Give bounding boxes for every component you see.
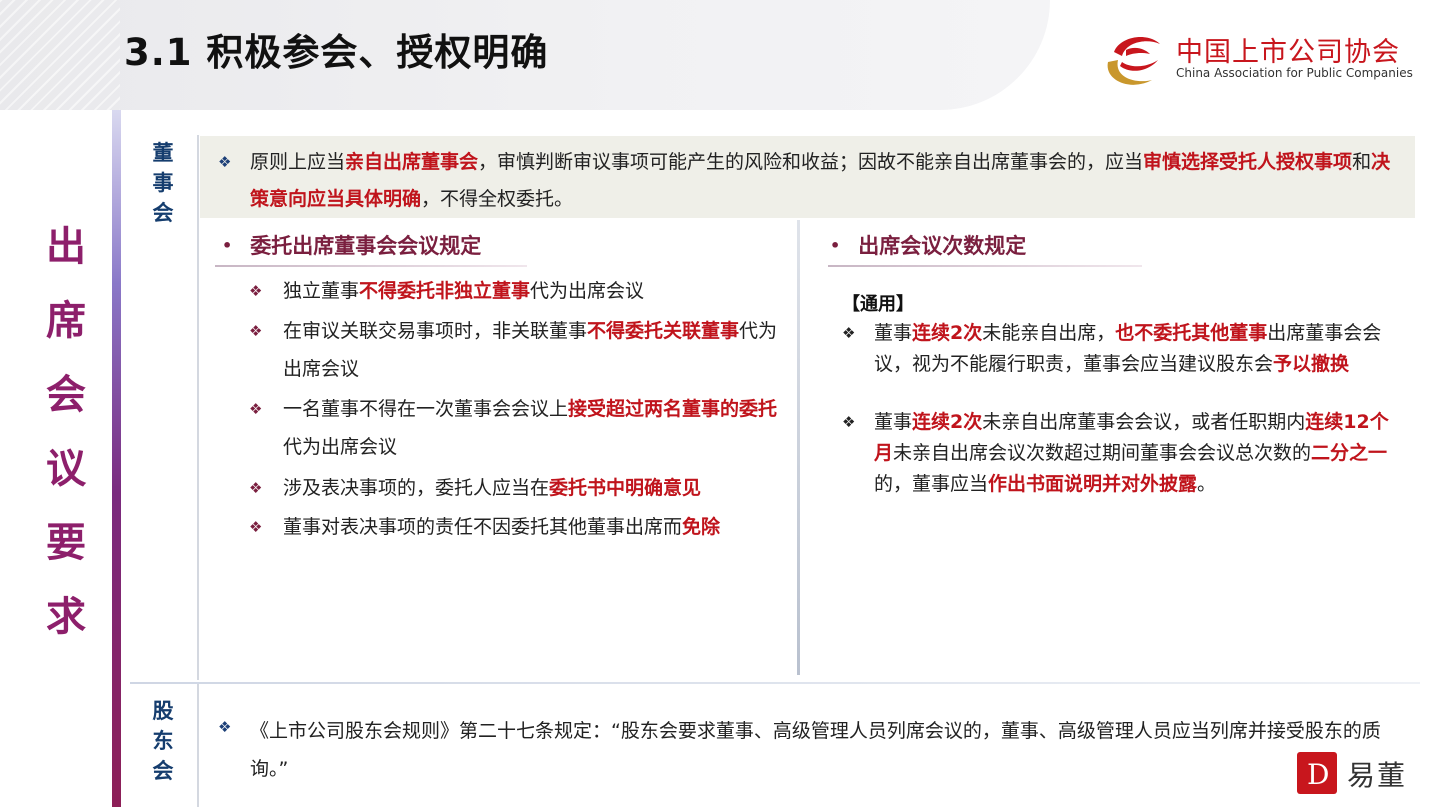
list-item: ❖ 董事对表决事项的责任不因委托其他董事出席而免除 (249, 508, 783, 546)
text-run: 一名董事不得在一次董事会会议上 (283, 398, 569, 420)
highlight-text: 予以撤换 (1273, 353, 1350, 375)
text-run: 原则上应当 (250, 151, 346, 173)
highlight-text: 连续2次 (912, 411, 983, 433)
diamond-bullet-icon: ❖ (218, 718, 232, 736)
highlight-text: 接受超过两名董事的委托 (568, 398, 778, 420)
text-run: 和 (1352, 151, 1372, 173)
page-title: 3.1 积极参会、授权明确 (124, 31, 549, 74)
text-run: 的，董事应当 (874, 473, 989, 495)
left-accent-bar (112, 110, 121, 807)
list-item: ❖ 董事连续2次未亲自出席董事会会议，或者任职期内连续12个月未亲自出席会议次数… (842, 407, 1404, 500)
principle-box: ❖ 原则上应当亲自出席董事会，审慎判断审议事项可能产生的风险和收益；因故不能亲自出… (200, 136, 1415, 218)
text-run: 董事 (874, 322, 913, 344)
left-section-heading: • 委托出席董事会会议规定 (222, 230, 481, 264)
highlight-text: 连续2次 (912, 322, 983, 344)
left-heading-underline (215, 265, 527, 267)
yidong-brand: D 易董 (1297, 752, 1417, 796)
diamond-bullet-icon: ❖ (249, 282, 263, 300)
text-run: 未亲自出席董事会会议，或者任职期内 (982, 411, 1306, 433)
text-run: 代为出席会议 (283, 436, 398, 458)
principle-text: ❖ 原则上应当亲自出席董事会，审慎判断审议事项可能产生的风险和收益；因故不能亲自出… (218, 144, 1400, 218)
highlight-text: 也不委托其他董事 (1115, 322, 1268, 344)
vertical-title: 出 席 会 议 要 求 (36, 210, 96, 654)
highlight-text: 审慎选择受托人授权事项 (1143, 151, 1353, 173)
list-item: ❖ 一名董事不得在一次董事会会议上接受超过两名董事的委托代为出席会议 (249, 390, 783, 466)
list-item: ❖ 独立董事不得委托非独立董事代为出席会议 (249, 272, 783, 310)
text-run: 独立董事 (283, 280, 360, 302)
diamond-bullet-icon: ❖ (218, 153, 232, 171)
left-section-heading-text: 委托出席董事会会议规定 (250, 234, 482, 258)
section-divider-vertical-lower (197, 684, 199, 807)
section-label-board: 董 事 会 (148, 138, 178, 228)
right-section-heading: • 出席会议次数规定 (830, 230, 1026, 264)
section-divider-vertical (197, 135, 199, 680)
association-logo-icon (1107, 37, 1160, 85)
highlight-text: 二分之一 (1311, 442, 1388, 464)
highlight-text: 作出书面说明并对外披露 (988, 473, 1198, 495)
logo-english-name: China Association for Public Companies (1176, 66, 1413, 80)
text-run: 涉及表决事项的，委托人应当在 (283, 477, 550, 499)
diamond-bullet-icon: ❖ (249, 479, 263, 497)
section-label-shareholders: 股 东 会 (148, 696, 178, 786)
diamond-bullet-icon: ❖ (249, 322, 263, 340)
column-divider (797, 220, 800, 675)
right-heading-underline (828, 265, 1142, 267)
highlight-text: 不得委托非独立董事 (359, 280, 531, 302)
section-divider-horizontal (130, 682, 1420, 684)
vertical-title-char: 会 (46, 372, 86, 418)
diamond-bullet-icon: ❖ (842, 413, 856, 431)
vertical-title-char: 席 (46, 298, 86, 344)
section-label-char: 会 (152, 201, 174, 225)
dot-bullet-icon: • (830, 236, 841, 255)
list-item: ❖ 董事连续2次未能亲自出席，也不委托其他董事出席董事会会议，视为不能履行职责，董… (842, 318, 1404, 380)
section-label-char: 会 (152, 759, 174, 783)
text-run: 未亲自出席会议次数超过期间董事会会议总次数的 (893, 442, 1312, 464)
list-item: ❖ 涉及表决事项的，委托人应当在委托书中明确意见 (249, 469, 783, 507)
highlight-text: 不得委托关联董事 (587, 320, 740, 342)
highlight-text: 亲自出席董事会 (345, 151, 479, 173)
general-tag: 【通用】 (842, 294, 914, 315)
brand-name: 易董 (1347, 759, 1408, 792)
brand-logo-letter: D (1307, 758, 1329, 791)
highlight-text: 委托书中明确意见 (549, 477, 702, 499)
right-section-heading-text: 出席会议次数规定 (858, 234, 1027, 258)
text-run: 代为出席会议 (530, 280, 645, 302)
vertical-title-char: 议 (46, 446, 86, 492)
section-label-char: 东 (152, 729, 174, 753)
brand-logo-icon: D (1297, 752, 1337, 794)
logo-chinese-name: 中国上市公司协会 (1176, 37, 1400, 68)
diamond-bullet-icon: ❖ (249, 400, 263, 418)
vertical-title-char: 求 (46, 594, 86, 640)
dot-bullet-icon: • (222, 236, 233, 255)
text-run: 未能亲自出席， (982, 322, 1116, 344)
text-run: 董事对表决事项的责任不因委托其他董事出席而 (283, 516, 683, 538)
text-run: 董事 (874, 411, 913, 433)
brand-logo-shape: D (1307, 758, 1329, 791)
section-label-char: 股 (152, 699, 174, 723)
shareholders-rule-text: 《上市公司股东会规则》第二十七条规定：“股东会要求董事、高级管理人员列席会议的，… (250, 720, 1381, 780)
section-label-char: 事 (152, 171, 174, 195)
text-run: ，不得全权委托。 (421, 188, 574, 210)
section-label-char: 董 (152, 141, 174, 165)
vertical-title-char: 要 (46, 520, 86, 566)
list-item: ❖ 在审议关联交易事项时，非关联董事不得委托关联董事代为出席会议 (249, 312, 783, 388)
text-run: 在审议关联交易事项时，非关联董事 (283, 320, 588, 342)
diamond-bullet-icon: ❖ (249, 518, 263, 536)
highlight-text: 免除 (682, 516, 721, 538)
association-logo: 中国上市公司协会 China Association for Public Co… (1100, 26, 1420, 90)
vertical-title-char: 出 (46, 224, 86, 270)
diamond-bullet-icon: ❖ (842, 324, 856, 342)
text-run: 。 (1197, 473, 1217, 495)
text-run: ，审慎判断审议事项可能产生的风险和收益；因故不能亲自出席董事会的，应当 (478, 151, 1144, 173)
